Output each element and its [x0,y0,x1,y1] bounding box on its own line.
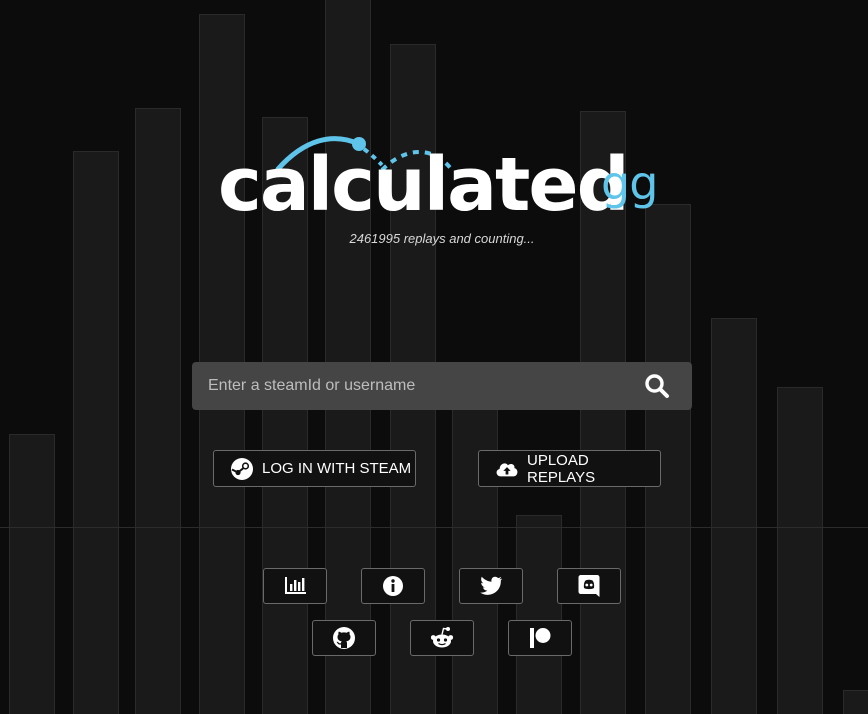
search-button[interactable] [644,373,670,399]
background-gridline [0,527,868,528]
github-icon [333,627,355,649]
background-bar [135,108,181,714]
login-steam-label: LOG IN WITH STEAM [262,460,412,477]
logo-suffix: gg [601,156,658,210]
background-bar [9,434,55,714]
stats-link-button[interactable] [263,568,327,604]
background-bar [843,690,868,714]
background-bar [777,387,823,714]
logo-wordmark: calculated [218,142,630,228]
search-icon [645,374,669,398]
twitter-link-button[interactable] [459,568,523,604]
info-icon [383,576,403,596]
patreon-link-button[interactable] [508,620,572,656]
patreon-icon [530,628,551,648]
background-bar [711,318,757,714]
landing-page: calculated gg 2461995 replays and counti… [0,0,868,714]
reddit-link-button[interactable] [410,620,474,656]
discord-icon [578,575,600,597]
login-steam-button[interactable]: LOG IN WITH STEAM [213,450,416,487]
background-bar [325,0,371,714]
about-link-button[interactable] [361,568,425,604]
stats-chart-icon [285,577,306,594]
twitter-icon [480,576,502,595]
search-input[interactable] [192,362,622,410]
github-link-button[interactable] [312,620,376,656]
cloud-upload-icon [495,457,519,481]
discord-link-button[interactable] [557,568,621,604]
replay-count-tagline: 2461995 replays and counting... [349,231,535,246]
search-bar [192,362,692,410]
background-bar [516,515,562,714]
upload-replays-button[interactable]: UPLOAD REPLAYS [478,450,661,487]
steam-icon [230,457,254,481]
upload-replays-label: UPLOAD REPLAYS [527,451,596,486]
reddit-icon [430,627,454,648]
